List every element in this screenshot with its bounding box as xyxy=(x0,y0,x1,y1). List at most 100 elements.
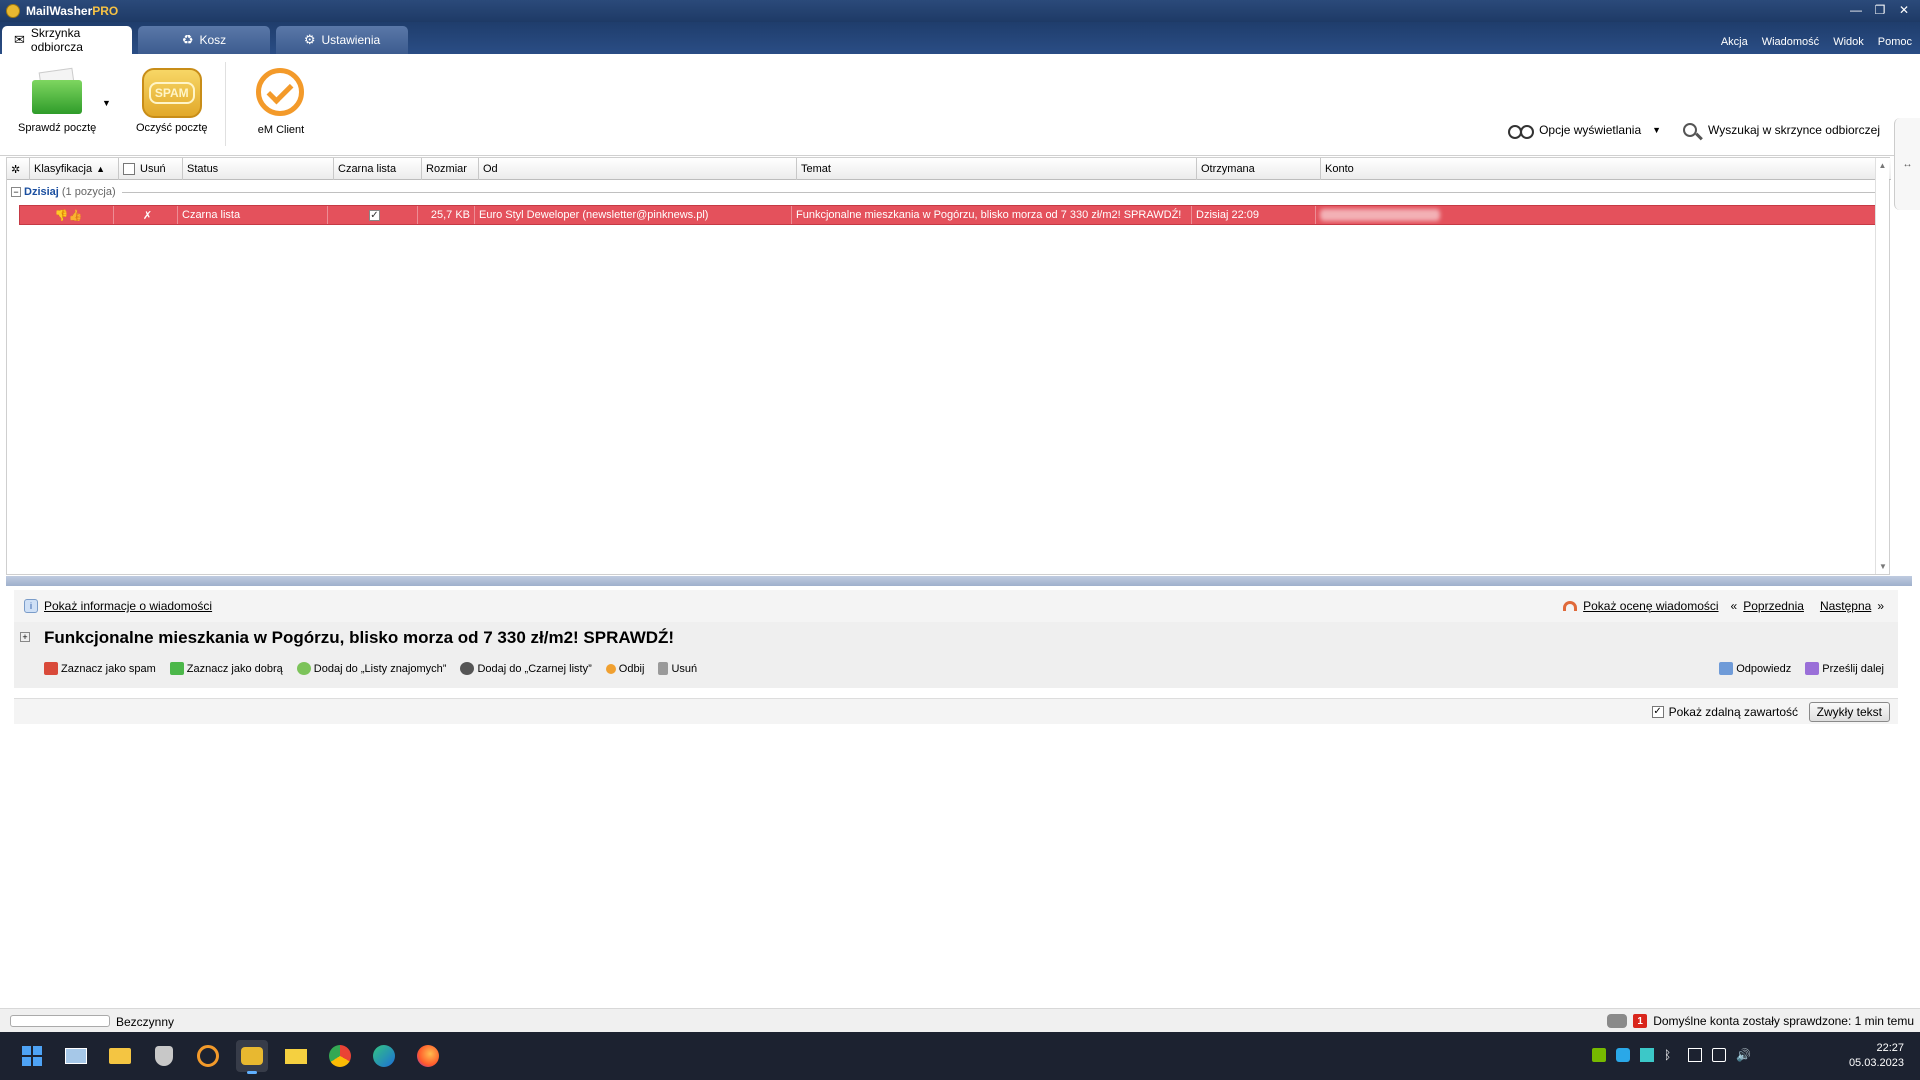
collapse-group-icon[interactable]: − xyxy=(11,187,21,197)
scroll-up-icon[interactable]: ▲ xyxy=(1876,161,1889,170)
menu-widok[interactable]: Widok xyxy=(1833,36,1864,48)
taskbar-firefox[interactable] xyxy=(412,1040,444,1072)
column-otrzymana[interactable]: Otrzymana xyxy=(1197,158,1321,180)
taskbar-em-client[interactable] xyxy=(192,1040,224,1072)
column-usun[interactable]: Usuń xyxy=(119,158,183,180)
row-classification[interactable]: 👎 👍 xyxy=(20,206,114,224)
menu-akcja[interactable]: Akcja xyxy=(1721,36,1748,48)
taskbar-chrome[interactable] xyxy=(324,1040,356,1072)
row-blacklist[interactable]: ✓ xyxy=(328,206,418,224)
toolbar-separator xyxy=(225,62,226,146)
column-status[interactable]: Status xyxy=(183,158,334,180)
preview-pane: i Pokaż informacje o wiadomości Pokaż oc… xyxy=(14,590,1898,1008)
blacklist-checkbox[interactable]: ✓ xyxy=(369,209,380,221)
side-panel-toggle[interactable]: ↔ xyxy=(1894,118,1920,210)
keyboard-icon[interactable] xyxy=(1688,1048,1702,1062)
tab-inbox[interactable]: ✉ Skrzynka odbiorcza xyxy=(2,26,132,54)
search-inbox-button[interactable]: Wyszukaj w skrzynce odbiorczej xyxy=(1683,123,1880,137)
firefox-icon xyxy=(417,1045,439,1067)
next-message-link[interactable]: Następna xyxy=(1820,599,1871,613)
column-konto[interactable]: Konto xyxy=(1321,158,1877,180)
tab-trash[interactable]: ♻ Kosz xyxy=(138,26,270,54)
sort-star-icon[interactable]: ✲ xyxy=(7,158,30,180)
add-friends-list-button[interactable]: Dodaj do „Listy znajomych” xyxy=(296,662,446,675)
group-row-today[interactable]: − Dzisiaj (1 pozycja) xyxy=(7,185,1891,199)
taskbar-photos[interactable] xyxy=(60,1040,92,1072)
pane-splitter[interactable] xyxy=(6,576,1912,586)
mark-spam-button[interactable]: Zaznacz jako spam xyxy=(44,662,156,675)
menu-pomoc[interactable]: Pomoc xyxy=(1878,36,1912,48)
forward-button[interactable]: Prześlij dalej xyxy=(1805,662,1884,675)
system-tray: ᛒ 🔊 xyxy=(1592,1048,1751,1062)
taskbar-mailwasher[interactable] xyxy=(236,1040,268,1074)
display-options-button[interactable]: Opcje wyświetlania ▼ xyxy=(1508,123,1661,139)
check-mail-dropdown-arrow-icon[interactable]: ▼ xyxy=(102,98,111,108)
account-redacted xyxy=(1320,209,1440,221)
taskbar-mail[interactable] xyxy=(280,1040,312,1072)
toolbar-right-options: Opcje wyświetlania ▼ Wyszukaj w skrzynce… xyxy=(1508,123,1880,139)
start-button[interactable] xyxy=(16,1040,48,1072)
show-remote-content[interactable]: ✓ Pokaż zdalną zawartość xyxy=(1651,705,1798,719)
security-icon[interactable] xyxy=(1616,1048,1630,1062)
clean-mail-label: Oczyść pocztę xyxy=(136,122,208,134)
tab-settings-label: Ustawienia xyxy=(321,33,381,47)
thumbs-down-icon: 👎 xyxy=(54,209,69,222)
status-bar: Bezczynny 1 Domyślne konta zostały spraw… xyxy=(0,1008,1920,1032)
network-icon[interactable] xyxy=(1712,1048,1726,1062)
column-rozmiar[interactable]: Rozmiar xyxy=(422,158,479,180)
close-button[interactable]: ✕ xyxy=(1894,2,1914,18)
delete-button[interactable]: Usuń xyxy=(658,662,697,675)
volume-icon[interactable]: 🔊 xyxy=(1736,1048,1751,1062)
em-client-label: eM Client xyxy=(257,124,305,136)
preview-actions: Zaznacz jako spam Zaznacz jako dobrą Dod… xyxy=(44,662,697,675)
preview-subject-title: Funkcjonalne mieszkania w Pogórzu, blisk… xyxy=(44,628,675,647)
column-temat[interactable]: Temat xyxy=(797,158,1197,180)
add-blacklist-button[interactable]: Dodaj do „Czarnej listy” xyxy=(460,662,592,675)
select-all-checkbox[interactable] xyxy=(123,163,135,175)
expand-headers-icon[interactable]: + xyxy=(20,632,30,642)
mark-good-button[interactable]: Zaznacz jako dobrą xyxy=(169,662,283,675)
minimize-button[interactable]: — xyxy=(1846,2,1866,18)
toolbar: Sprawdź pocztę ▼ SPAM Oczyść pocztę eM C… xyxy=(0,54,1920,210)
reply-button[interactable]: Odpowiedz xyxy=(1719,662,1791,675)
grid-scrollbar[interactable]: ▲ ▼ xyxy=(1875,158,1889,574)
clock[interactable]: 22:27 05.03.2023 xyxy=(1849,1041,1904,1071)
bluetooth-icon[interactable]: ᛒ xyxy=(1664,1048,1678,1062)
table-row[interactable]: 👎 👍 ✗ Czarna lista ✓ 25,7 KB Euro Styl D… xyxy=(19,205,1889,225)
column-od-label: Od xyxy=(483,163,498,175)
check-mail-label: Sprawdź pocztę xyxy=(18,122,97,134)
app-tray-icon[interactable] xyxy=(1640,1048,1654,1062)
display-options-label: Opcje wyświetlania xyxy=(1539,123,1642,137)
scroll-down-icon[interactable]: ▼ xyxy=(1876,562,1890,571)
group-title: Dzisiaj xyxy=(24,186,59,198)
tab-settings[interactable]: ⚙ Ustawienia xyxy=(276,26,408,54)
bounce-label: Odbij xyxy=(618,662,645,675)
column-czarna-lista[interactable]: Czarna lista xyxy=(334,158,422,180)
menu-wiadomosc[interactable]: Wiadomość xyxy=(1762,36,1819,48)
column-klasyfikacja[interactable]: Klasyfikacja ▲ xyxy=(30,158,119,180)
check-mail-button[interactable]: Sprawdź pocztę xyxy=(18,67,97,134)
column-od[interactable]: Od xyxy=(479,158,797,180)
taskbar-explorer[interactable] xyxy=(104,1040,136,1072)
row-delete-cell[interactable]: ✗ xyxy=(114,206,178,224)
show-message-info-link[interactable]: Pokaż informacje o wiadomości xyxy=(44,599,212,613)
column-usun-label: Usuń xyxy=(140,163,166,175)
envelope-icon: ✉ xyxy=(14,32,25,47)
row-from: Euro Styl Deweloper (newsletter@pinknews… xyxy=(475,206,792,224)
sort-asc-icon: ▲ xyxy=(96,164,105,174)
em-client-button[interactable]: eM Client xyxy=(254,68,308,136)
mailwasher-logo-icon xyxy=(6,4,20,18)
nvidia-icon[interactable] xyxy=(1592,1048,1606,1062)
previous-message-link[interactable]: Poprzednia xyxy=(1743,599,1804,613)
show-rating-link[interactable]: Pokaż ocenę wiadomości xyxy=(1583,599,1718,613)
plain-text-button[interactable]: Zwykły tekst xyxy=(1808,702,1890,722)
bounce-button[interactable]: Odbij xyxy=(605,662,645,675)
taskbar-edge[interactable] xyxy=(368,1040,400,1072)
taskbar-shield[interactable] xyxy=(148,1040,180,1072)
bounce-delete-icon: ✗ xyxy=(142,209,153,222)
show-remote-checkbox[interactable]: ✓ xyxy=(1651,706,1664,718)
clean-mail-button[interactable]: SPAM Oczyść pocztę xyxy=(136,68,208,134)
app-title: MailWasherPRO xyxy=(26,4,118,18)
restore-button[interactable]: ❐ xyxy=(1870,2,1890,18)
spam-icon: SPAM xyxy=(141,68,202,118)
